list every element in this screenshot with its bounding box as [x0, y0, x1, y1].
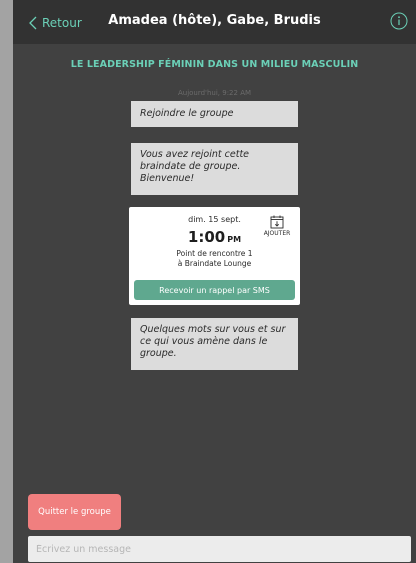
meeting-time-value: 1:00 [187, 228, 226, 246]
message-input[interactable] [28, 536, 411, 562]
message-bubble: Vous avez rejoint cette braindate de gro… [131, 143, 298, 195]
meeting-card: dim. 15 sept. 1:00 PM Point de rencontre … [129, 207, 300, 305]
meeting-location-line2: à Braindate Lounge [177, 259, 252, 268]
calendar-add-icon [270, 215, 284, 229]
conversation-title: Amadea (hôte), Gabe, Brudis [108, 13, 321, 28]
add-to-calendar-button[interactable]: AJOUTER [261, 215, 293, 241]
message-bubble: Rejoindre le groupe [131, 101, 298, 127]
message-timestamp: Aujourd'hui, 9:22 AM [177, 89, 252, 97]
chat-screen: Retour Amadea (hôte), Gabe, Brudis LE LE… [13, 0, 416, 563]
add-to-calendar-label: AJOUTER [263, 230, 291, 237]
meeting-location: Point de rencontre 1 à Braindate Lounge [129, 249, 300, 269]
meeting-time-ampm: PM [227, 235, 242, 244]
group-name-heading: LE LEADERSHIP FÉMININ DANS UN MILIEU MAS… [70, 59, 359, 70]
info-icon[interactable] [390, 12, 408, 30]
top-bar: Retour Amadea (hôte), Gabe, Brudis [13, 0, 416, 44]
sms-reminder-button[interactable]: Recevoir un rappel par SMS [134, 280, 295, 300]
quit-group-button[interactable]: Quitter le groupe [28, 494, 121, 530]
meeting-location-line1: Point de rencontre 1 [176, 249, 253, 258]
message-bubble: Quelques mots sur vous et sur ce qui vou… [131, 318, 298, 370]
